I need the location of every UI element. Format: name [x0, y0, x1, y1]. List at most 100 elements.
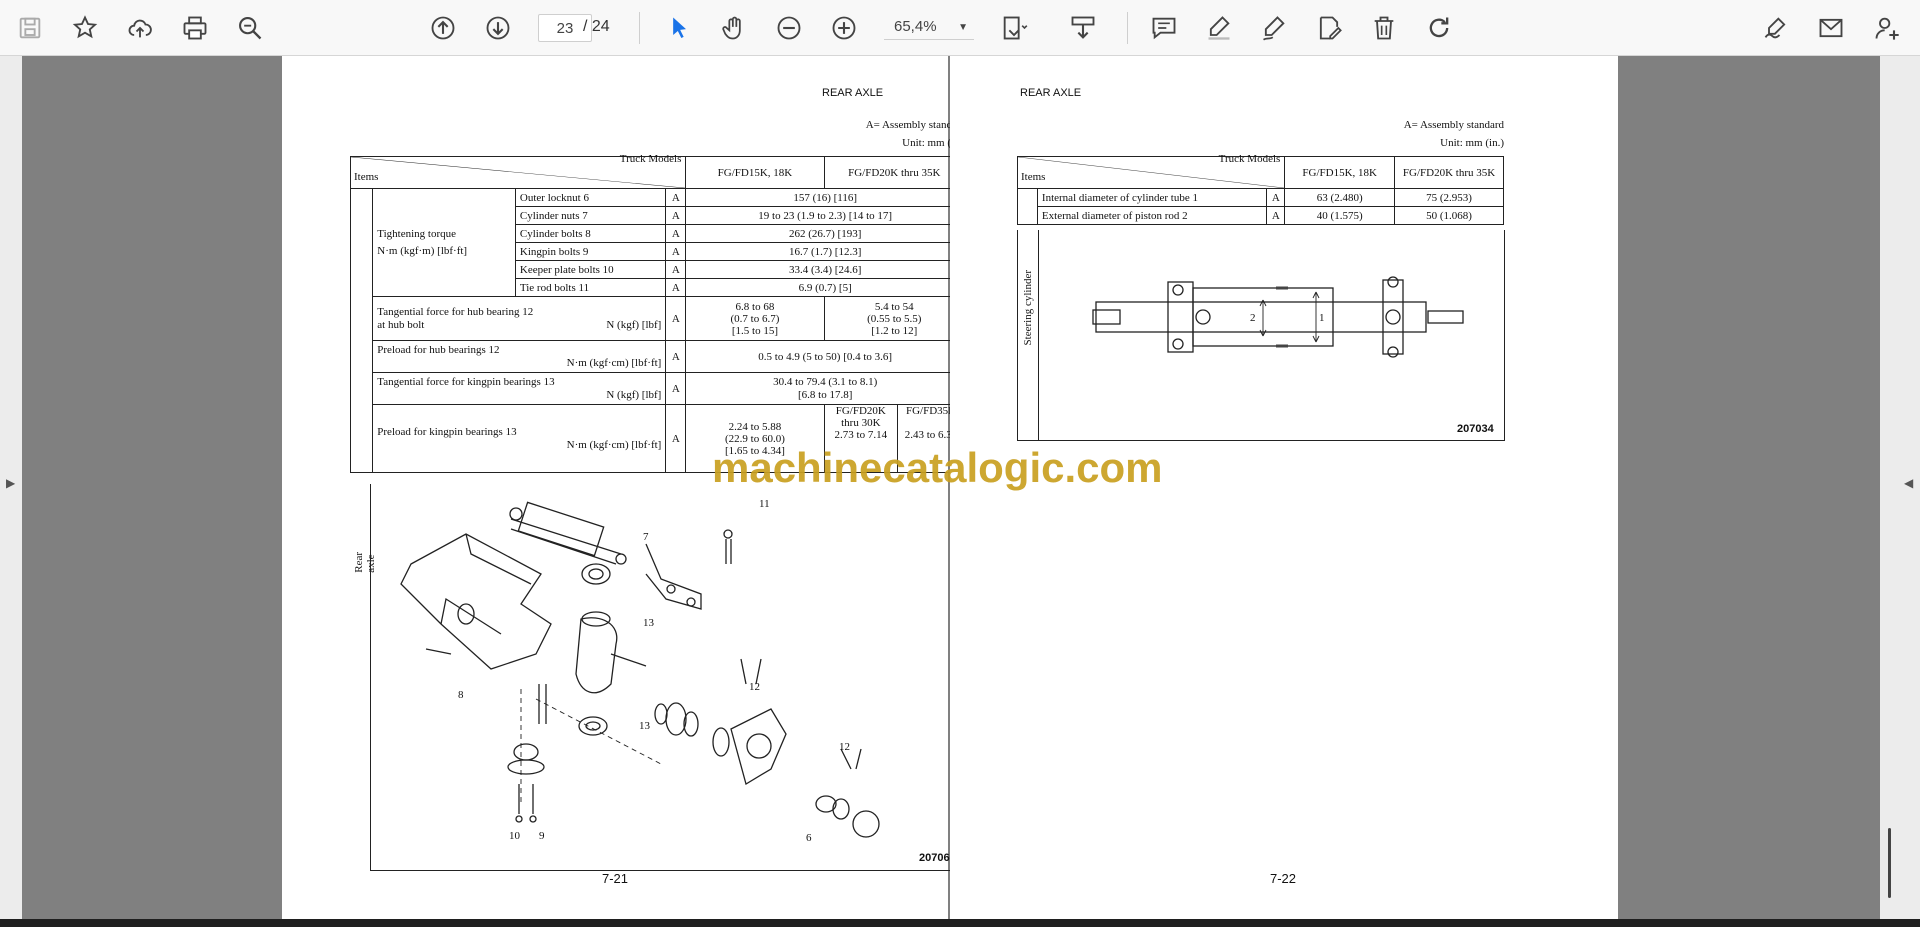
- table-row: Keeper plate bolts 10: [514, 260, 667, 279]
- steering-cylinder-diagram: Steering cylinder 2 1 207034: [1017, 230, 1505, 441]
- zoom-search-icon[interactable]: [231, 9, 269, 47]
- torque-value: 157 (16) [116]: [685, 188, 965, 207]
- sub-head: thru 30K: [841, 417, 881, 429]
- select-cursor-icon[interactable]: [660, 9, 698, 47]
- vertical-scrollbar[interactable]: [1888, 828, 1891, 898]
- assembly-flag: A: [665, 372, 687, 405]
- standard-note: A= Assembly standard: [865, 119, 966, 131]
- steering-cylinder-side-label: Steering cylinder: [1022, 270, 1034, 346]
- tangential-kingpin-value: 30.4 to 79.4 (3.1 to 8.1) [6.8 to 17.8]: [685, 372, 965, 405]
- torque-value: 33.4 (3.4) [24.6]: [685, 260, 965, 279]
- value-line: (0.55 to 5.5): [867, 312, 922, 325]
- assembly-flag: A: [1266, 188, 1286, 207]
- column-head-15k: FG/FD15K, 18K: [1284, 156, 1396, 189]
- value-20k: 75 (2.953): [1394, 188, 1504, 207]
- expand-left-panel-icon[interactable]: ▶: [6, 476, 15, 490]
- toolbar: 23 / 24 65,4% ▼: [0, 0, 1920, 56]
- taskbar-edge: [0, 919, 1920, 927]
- sign-icon[interactable]: [1757, 9, 1795, 47]
- table-row: Outer locknut 6: [514, 188, 667, 207]
- steering-cylinder-drawing: [1092, 276, 1464, 358]
- callout-7: 7: [643, 531, 649, 543]
- value-15k: 63 (2.480): [1284, 188, 1396, 207]
- preload-hub-value: 0.5 to 4.9 (5 to 50) [0.4 to 3.6]: [685, 340, 965, 373]
- print-icon[interactable]: [176, 9, 214, 47]
- highlight-pen-icon[interactable]: [1200, 9, 1238, 47]
- callout-6: 6: [806, 832, 812, 844]
- value-line: (0.7 to 6.7): [730, 312, 780, 325]
- delete-trash-icon[interactable]: [1365, 9, 1403, 47]
- tightening-torque-label: Tightening torque: [377, 227, 457, 240]
- assembly-flag: A: [1266, 206, 1286, 225]
- value-line: 2.24 to 5.88: [728, 420, 782, 433]
- table-row: Tie rod bolts 11: [514, 278, 667, 297]
- preload-hub-label: Preload for hub bearings 12: [377, 343, 500, 356]
- assembly-flag: A: [665, 242, 687, 261]
- assembly-flag: A: [665, 296, 687, 341]
- callout-10: 10: [509, 830, 520, 842]
- rear-axle-spec-table: Truck Models Items FG/FD15K, 18K FG/FD20…: [349, 153, 966, 573]
- callout-9: 9: [539, 830, 545, 842]
- left-panel-strip: ▶: [0, 56, 22, 919]
- sub-head: FG/FD35K: [905, 405, 957, 417]
- tightening-torque-unit: N·m (kgf·m) [lbf·ft]: [377, 244, 468, 257]
- tangential-hub-cell: Tangential force for hub bearing 12 at hu…: [372, 296, 667, 341]
- callout-12-top: 12: [749, 681, 760, 693]
- callout-13-bottom: 13: [639, 720, 650, 732]
- expand-right-panel-icon[interactable]: ◀: [1904, 476, 1913, 490]
- previous-page-icon[interactable]: [424, 9, 462, 47]
- unit-note: Unit: mm (in.): [1440, 137, 1504, 149]
- email-envelope-icon[interactable]: [1812, 9, 1850, 47]
- column-head-15k: FG/FD15K, 18K: [685, 156, 825, 189]
- save-icon[interactable]: [11, 9, 49, 47]
- dimension-2-label: 2: [1250, 312, 1256, 324]
- tangential-hub-label: Tangential force for hub bearing 12: [377, 305, 534, 318]
- preload-kingpin-label: Preload for kingpin bearings 13: [377, 425, 517, 438]
- comment-icon[interactable]: [1145, 9, 1183, 47]
- next-page-icon[interactable]: [479, 9, 517, 47]
- zoom-out-icon[interactable]: [770, 9, 808, 47]
- assembly-flag: A: [665, 206, 687, 225]
- hand-pan-icon[interactable]: [715, 9, 753, 47]
- upload-cloud-icon[interactable]: [121, 9, 159, 47]
- column-head-20k: FG/FD20K thru 35K: [823, 156, 966, 189]
- table-row: External diameter of piston rod 2: [1036, 206, 1268, 225]
- callout-8: 8: [458, 689, 464, 701]
- tangential-hub-value-15k: 6.8 to 68 (0.7 to 6.7) [1.5 to 15]: [685, 296, 825, 341]
- draw-pen-icon[interactable]: [1255, 9, 1293, 47]
- assembly-flag: A: [665, 224, 687, 243]
- value-line: [1.2 to 12]: [871, 324, 918, 337]
- rotate-redo-icon[interactable]: [1420, 9, 1458, 47]
- page-header: REAR AXLE: [822, 87, 884, 99]
- torque-value: 6.9 (0.7) [5]: [685, 278, 965, 297]
- page-fit-icon[interactable]: [995, 9, 1033, 47]
- page-number: 7-21: [602, 871, 629, 886]
- standard-note: A= Assembly standard: [1403, 119, 1504, 131]
- assembly-flag: A: [665, 340, 687, 373]
- watermark-text: machinecatalogic.com: [712, 444, 1163, 491]
- scroll-mode-icon[interactable]: [1064, 9, 1102, 47]
- bookmark-star-icon[interactable]: [66, 9, 104, 47]
- page-header: REAR AXLE: [1020, 87, 1082, 99]
- edit-document-icon[interactable]: [1310, 9, 1348, 47]
- figure-number: 207034: [1457, 423, 1494, 435]
- preload-hub-unit: N·m (kgf·cm) [lbf·ft]: [566, 356, 662, 369]
- value-20k: 50 (1.068): [1394, 206, 1504, 225]
- sub-head: FG/FD20K: [835, 405, 886, 417]
- page-number: 7-22: [1270, 871, 1297, 886]
- preload-hub-cell: Preload for hub bearings 12 N·m (kgf·cm) …: [372, 340, 667, 373]
- table-row: Cylinder bolts 8: [514, 224, 667, 243]
- table-row: Cylinder nuts 7: [514, 206, 667, 225]
- zoom-level-select[interactable]: 65,4% ▼: [884, 14, 974, 40]
- zoom-in-icon[interactable]: [825, 9, 863, 47]
- chevron-down-icon: ▼: [958, 22, 968, 33]
- tightening-torque-cell: Tightening torque N·m (kgf·m) [lbf·ft]: [372, 188, 516, 297]
- table-header-diagonal: Truck Models Items: [1016, 153, 1286, 189]
- rear-axle-exploded-diagram: 11 7 13 8 12 13 12 10 9 6 207067: [370, 484, 967, 871]
- value-line: 30.4 to 79.4 (3.1 to 8.1): [773, 375, 878, 388]
- value-15k: 40 (1.575): [1284, 206, 1396, 225]
- toolbar-divider: [1127, 12, 1128, 44]
- add-user-icon[interactable]: [1868, 9, 1906, 47]
- tangential-hub-value-20k: 5.4 to 54 (0.55 to 5.5) [1.2 to 12]: [823, 296, 966, 341]
- assembly-flag: A: [665, 260, 687, 279]
